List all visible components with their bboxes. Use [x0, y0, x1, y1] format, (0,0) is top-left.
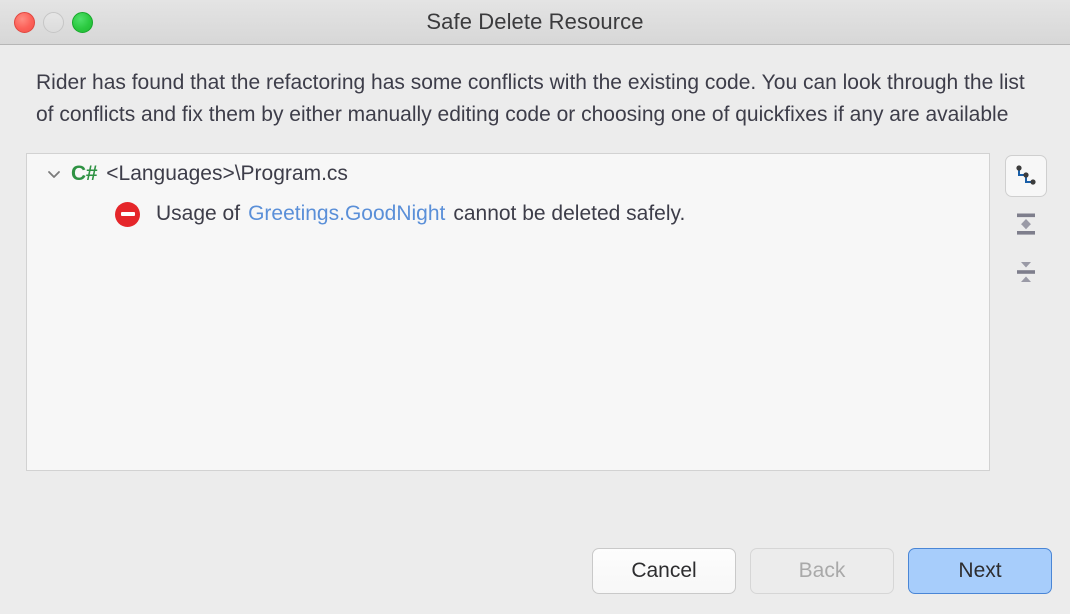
dialog-description: Rider has found that the refactoring has…	[36, 71, 1025, 126]
chevron-down-icon[interactable]	[41, 161, 67, 187]
dialog-footer: Cancel Back Next	[0, 540, 1070, 614]
conflict-symbol-link[interactable]: Greetings.GoodNight	[248, 202, 445, 226]
title-bar: Safe Delete Resource	[0, 0, 1070, 45]
next-button[interactable]: Next	[908, 548, 1052, 594]
collapse-all-icon	[1012, 258, 1040, 286]
window-controls	[14, 0, 93, 44]
expand-all-icon	[1012, 210, 1040, 238]
safe-delete-resource-dialog: Safe Delete Resource Rider has found tha…	[0, 0, 1070, 614]
conflicts-area: C# <Languages>\Program.cs Usage of Greet…	[0, 131, 1070, 540]
error-icon	[115, 201, 140, 227]
conflict-prefix: Usage of	[156, 202, 241, 225]
tree-structure-icon	[1013, 163, 1039, 189]
group-by-structure-button[interactable]	[1005, 155, 1047, 197]
close-window-button[interactable]	[14, 11, 35, 33]
tree-toolbar	[1000, 153, 1052, 540]
tree-file-path: <Languages>\Program.cs	[106, 162, 348, 185]
back-button: Back	[750, 548, 894, 594]
conflicts-tree-panel[interactable]: C# <Languages>\Program.cs Usage of Greet…	[26, 153, 990, 471]
cancel-button[interactable]: Cancel	[592, 548, 736, 594]
conflict-suffix: cannot be deleted safely.	[453, 202, 686, 225]
collapse-all-button[interactable]	[1005, 251, 1047, 293]
minimize-window-button[interactable]	[43, 11, 64, 33]
tree-row-conflict[interactable]: Usage of Greetings.GoodNight cannot be d…	[27, 194, 989, 234]
expand-all-button[interactable]	[1005, 203, 1047, 245]
tree-row-file[interactable]: C# <Languages>\Program.cs	[27, 154, 989, 194]
maximize-window-button[interactable]	[72, 11, 93, 33]
csharp-language-badge: C#	[71, 162, 98, 185]
window-title: Safe Delete Resource	[426, 9, 644, 34]
